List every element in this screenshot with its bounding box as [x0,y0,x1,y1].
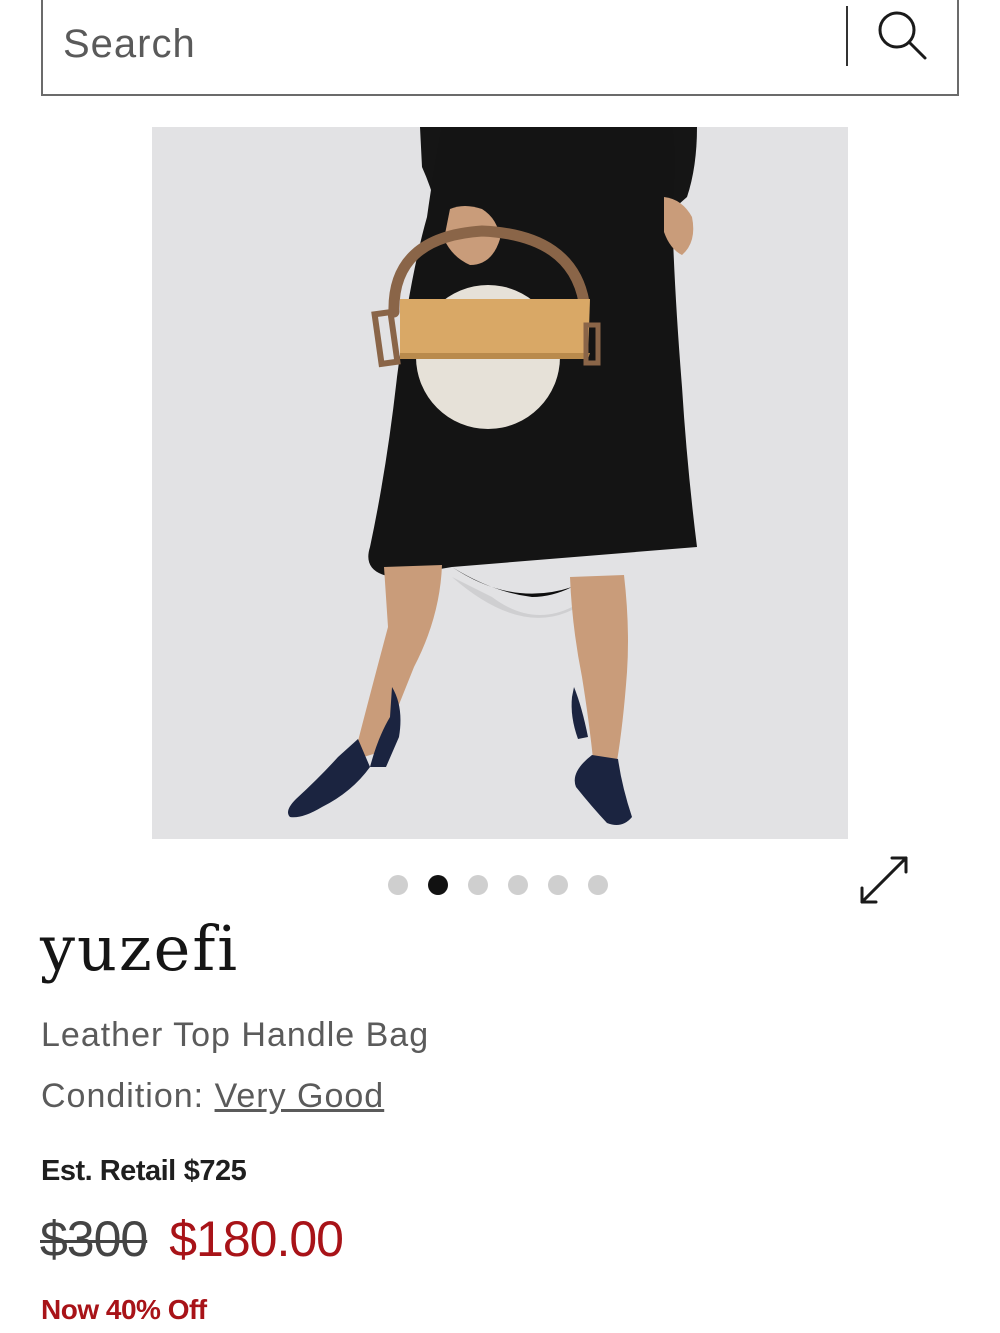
carousel-dot[interactable] [548,875,568,895]
carousel-dot[interactable] [508,875,528,895]
product-title: Leather Top Handle Bag [41,1016,430,1054]
retail-price: $725 [183,1155,247,1187]
carousel-dot-active[interactable] [428,875,448,895]
search-button[interactable] [873,6,933,66]
carousel-dot[interactable] [388,875,408,895]
expand-icon [860,856,908,904]
condition-link[interactable]: Very Good [215,1077,385,1115]
sale-price: $180.00 [169,1211,344,1267]
retail-label: Est. Retail [41,1155,176,1187]
brand-name[interactable]: yuzefi [40,912,239,985]
condition-label: Condition: [41,1077,205,1115]
original-price: $300 [40,1211,148,1267]
search-input[interactable] [63,14,823,74]
discount-badge: Now 40% Off [41,1294,207,1325]
search-icon [878,11,927,60]
price-row: $300 $180.00 [40,1210,344,1272]
carousel-dots [388,875,608,895]
condition-row: Condition: Very Good [41,1077,384,1116]
carousel-dot[interactable] [468,875,488,895]
search-divider [846,6,848,66]
expand-image-button[interactable] [856,852,912,908]
estimated-retail: Est. Retail $725 [41,1155,247,1188]
product-image[interactable] [152,127,848,839]
carousel-dot[interactable] [588,875,608,895]
search-bar [41,0,959,96]
